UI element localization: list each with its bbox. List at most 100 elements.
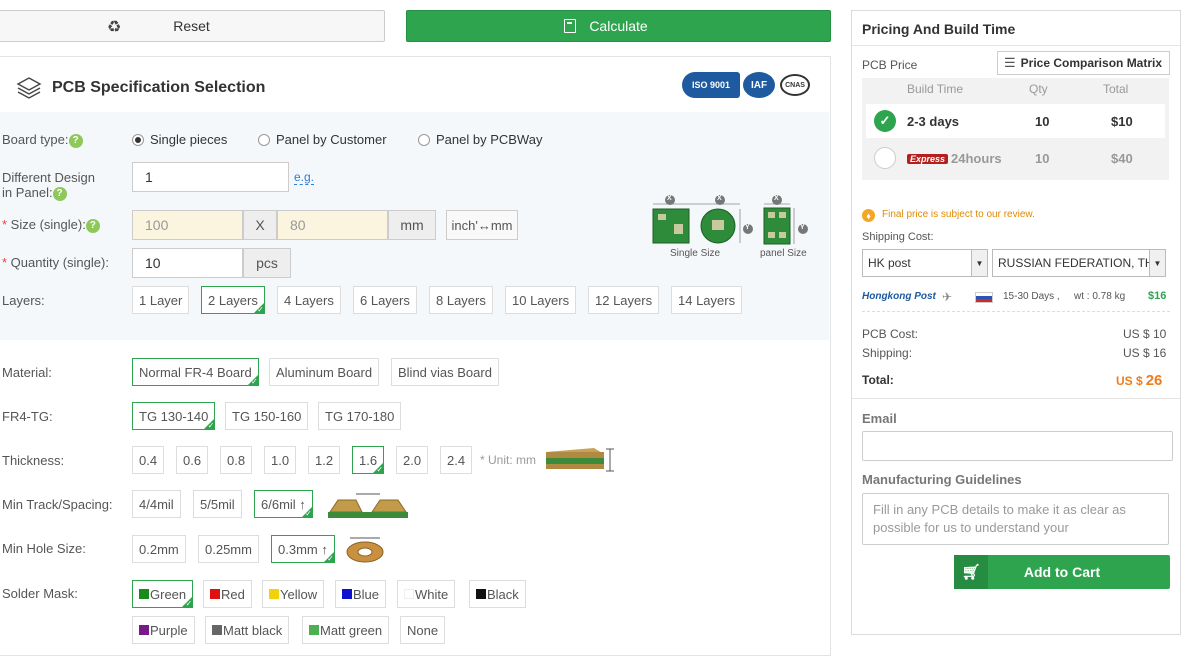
divider — [852, 45, 1180, 46]
thickness-unit-note: * Unit: mm — [480, 453, 537, 467]
layer-option-14[interactable]: 14 Layers — [671, 286, 743, 314]
material-blind-vias[interactable]: Blind vias Board — [391, 358, 499, 386]
layer-option-2[interactable]: 2 Layers — [201, 286, 265, 314]
single-size-caption: Single Size — [670, 248, 721, 259]
radio-icon[interactable] — [874, 147, 896, 169]
layer-option-6[interactable]: 6 Layers — [353, 286, 417, 314]
layer-option-8[interactable]: 8 Layers — [429, 286, 493, 314]
review-note: Final price is subject to our review. — [882, 209, 1035, 220]
reset-label: Reset — [173, 18, 210, 34]
mask-black[interactable]: Black — [469, 580, 526, 608]
add-to-cart-button[interactable]: 🛒︎ Add to Cart — [954, 555, 1170, 589]
radio-icon — [258, 133, 270, 146]
material-aluminum[interactable]: Aluminum Board — [269, 358, 380, 386]
dropdown-arrow-icon: ▼ — [1149, 250, 1165, 276]
quantity-input[interactable]: 10 — [132, 248, 243, 278]
tg-150-160[interactable]: TG 150-160 — [225, 402, 309, 430]
col-build-time: Build Time — [907, 82, 964, 96]
shipping-weight: wt : 0.78 kg — [1074, 291, 1126, 302]
radio-checked-icon — [132, 133, 144, 146]
material-fr4[interactable]: Normal FR-4 Board — [132, 358, 259, 386]
qty-standard: 10 — [1035, 114, 1050, 129]
board-type-single[interactable]: Single pieces — [132, 132, 227, 147]
radio-icon — [418, 133, 430, 146]
hole-0-2[interactable]: 0.2mm — [132, 535, 186, 563]
swatch — [269, 589, 279, 599]
swatch — [212, 625, 222, 635]
fr4-tg-label: FR4-TG: — [2, 409, 53, 424]
help-icon[interactable]: ? — [52, 186, 67, 201]
thickness-0-6[interactable]: 0.6 — [176, 446, 209, 474]
shipping-value: US $ 16 — [1123, 346, 1167, 360]
layers-icon — [16, 77, 42, 99]
thickness-0-4[interactable]: 0.4 — [132, 446, 165, 474]
help-icon[interactable]: ? — [68, 133, 83, 148]
layer-option-12[interactable]: 12 Layers — [588, 286, 660, 314]
quantity-label: * Quantity (single): — [2, 255, 109, 270]
mask-matt-black[interactable]: Matt black — [205, 616, 290, 644]
thickness-0-8[interactable]: 0.8 — [220, 446, 253, 474]
layer-option-1[interactable]: 1 Layer — [132, 286, 190, 314]
different-design-input[interactable]: 1 — [132, 162, 289, 192]
thickness-1-2[interactable]: 1.2 — [308, 446, 341, 474]
spec-title: PCB Specification Selection — [52, 79, 266, 96]
hole-label: Min Hole Size: — [2, 541, 86, 556]
thickness-2-4[interactable]: 2.4 — [440, 446, 473, 474]
airplane-icon: ✈ — [942, 290, 953, 304]
mask-yellow[interactable]: Yellow — [262, 580, 325, 608]
board-type-panel-customer[interactable]: Panel by Customer — [258, 132, 387, 147]
calculate-label: Calculate — [589, 18, 648, 34]
hole-0-3[interactable]: 0.3mm ↑ — [271, 535, 335, 563]
solder-mask-label: Solder Mask: — [2, 586, 78, 601]
mask-purple[interactable]: Purple — [132, 616, 195, 644]
thickness-1-0[interactable]: 1.0 — [264, 446, 297, 474]
price-comparison-button[interactable]: ☰ Price Comparison Matrix — [997, 51, 1170, 75]
mask-blue[interactable]: Blue — [335, 580, 387, 608]
diagram-y-mark: Y — [800, 224, 805, 231]
hole-0-25[interactable]: 0.25mm — [198, 535, 259, 563]
swatch — [476, 589, 486, 599]
tg-130-140[interactable]: TG 130-140 — [132, 402, 216, 430]
list-icon: ☰ — [1004, 55, 1016, 70]
carrier-select[interactable]: HK post ▼ — [862, 249, 988, 277]
board-type-panel-pcbway[interactable]: Panel by PCBWay — [418, 132, 542, 147]
size-height-input[interactable]: 80 — [277, 210, 388, 240]
track-4-4[interactable]: 4/4mil — [132, 490, 181, 518]
pcb-price-label: PCB Price — [862, 58, 918, 72]
thickness-2-0[interactable]: 2.0 — [396, 446, 429, 474]
guidelines-label: Manufacturing Guidelines — [862, 472, 1022, 487]
reset-button[interactable]: ♻ Reset — [0, 10, 385, 42]
mask-white[interactable]: White — [397, 580, 456, 608]
mask-matt-green[interactable]: Matt green — [302, 616, 390, 644]
thickness-1-6[interactable]: 1.6 — [352, 446, 385, 474]
mask-red[interactable]: Red — [203, 580, 252, 608]
mask-none[interactable]: None — [400, 616, 446, 644]
track-5-5[interactable]: 5/5mil — [193, 490, 242, 518]
example-link[interactable]: e.g. — [294, 170, 315, 185]
email-input[interactable] — [862, 431, 1173, 461]
unit-convert-button[interactable]: inch'↔mm — [446, 210, 518, 240]
size-width-input[interactable]: 100 — [132, 210, 243, 240]
country-select[interactable]: RUSSIAN FEDERATION, THE ▼ — [992, 249, 1166, 277]
shipping-cost-label: Shipping Cost: — [862, 231, 934, 243]
check-icon: ✓ — [874, 110, 896, 132]
pcb-cost-value: US $ 10 — [1123, 327, 1167, 341]
hongkong-post-logo: Hongkong Post — [862, 291, 936, 302]
swatch — [210, 589, 220, 599]
iso-logo: ISO 9001 — [682, 72, 740, 98]
help-icon[interactable]: ? — [85, 218, 100, 233]
calculate-button[interactable]: Calculate — [406, 10, 831, 42]
russia-flag-icon — [975, 292, 993, 303]
shipping-line-cost: $16 — [1148, 290, 1167, 302]
mask-green[interactable]: Green — [132, 580, 194, 608]
size-label: * Size (single):? — [2, 217, 100, 233]
layer-option-4[interactable]: 4 Layers — [277, 286, 341, 314]
layer-option-10[interactable]: 10 Layers — [505, 286, 577, 314]
layers-label: Layers: — [2, 293, 45, 308]
size-x-separator: X — [243, 210, 277, 240]
shipping-days: 15-30 Days , — [1003, 291, 1060, 302]
guidelines-textarea[interactable]: Fill in any PCB details to make it as cl… — [862, 493, 1169, 545]
tg-170-180[interactable]: TG 170-180 — [318, 402, 402, 430]
track-6-6[interactable]: 6/6mil ↑ — [254, 490, 313, 518]
cart-icon: 🛒︎ — [954, 555, 988, 589]
